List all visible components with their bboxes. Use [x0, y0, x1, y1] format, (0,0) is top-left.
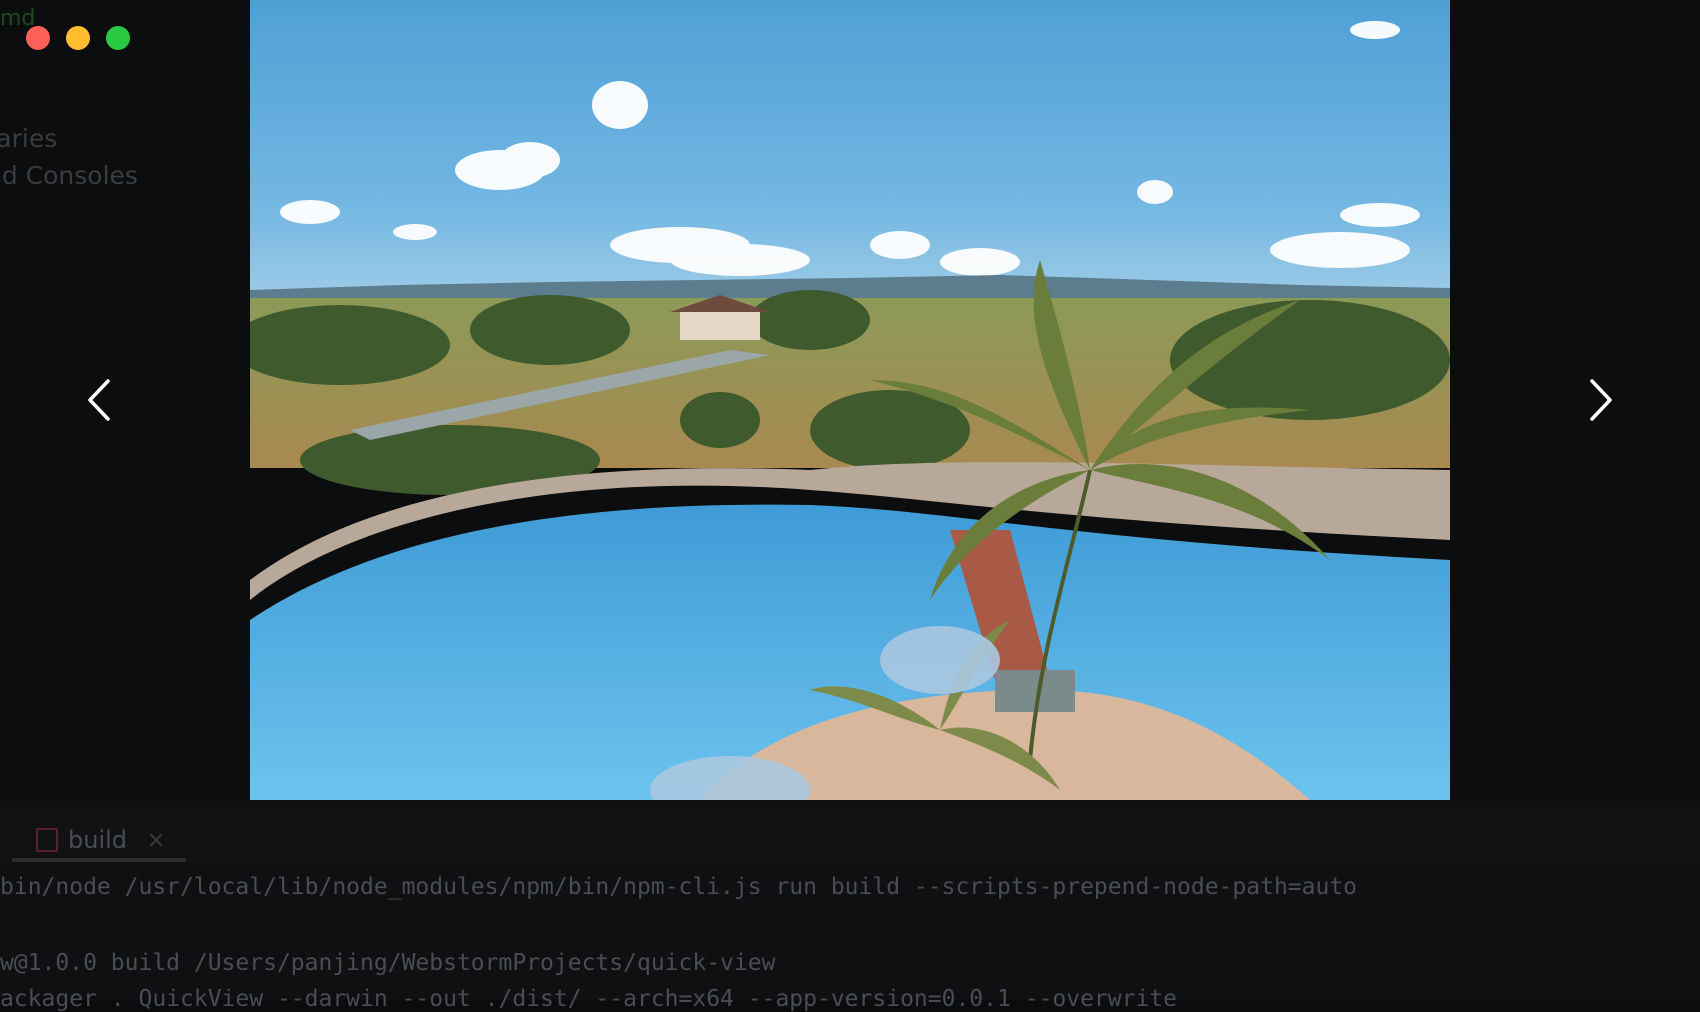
- chevron-right-icon: [1590, 379, 1612, 421]
- terminal-line: ackager . QuickView --darwin --out ./dis…: [0, 986, 1178, 1012]
- tab-build-label: build: [68, 826, 128, 854]
- build-icon: [36, 828, 58, 852]
- previous-image-button[interactable]: [40, 340, 160, 460]
- tab-close-icon[interactable]: ×: [147, 828, 165, 853]
- terminal-line: bin/node /usr/local/lib/node_modules/npm…: [0, 874, 1358, 900]
- zoom-window-button[interactable]: [106, 26, 130, 50]
- tree-item-scratches-consoles: nd Consoles: [0, 161, 138, 190]
- close-window-button[interactable]: [26, 26, 50, 50]
- tree-item-libraries: raries: [0, 124, 58, 153]
- tree-item-x: x: [0, 88, 1, 117]
- panel-tabs: [0, 812, 1700, 862]
- preview-image: [250, 0, 1450, 800]
- chevron-left-icon: [88, 379, 110, 421]
- terminal-line: w@1.0.0 build /Users/panjing/WebstormPro…: [0, 950, 776, 976]
- minimize-window-button[interactable]: [66, 26, 90, 50]
- tab-underline: [12, 858, 186, 862]
- tab-build[interactable]: build ×: [36, 822, 165, 858]
- next-image-button[interactable]: [1540, 340, 1660, 460]
